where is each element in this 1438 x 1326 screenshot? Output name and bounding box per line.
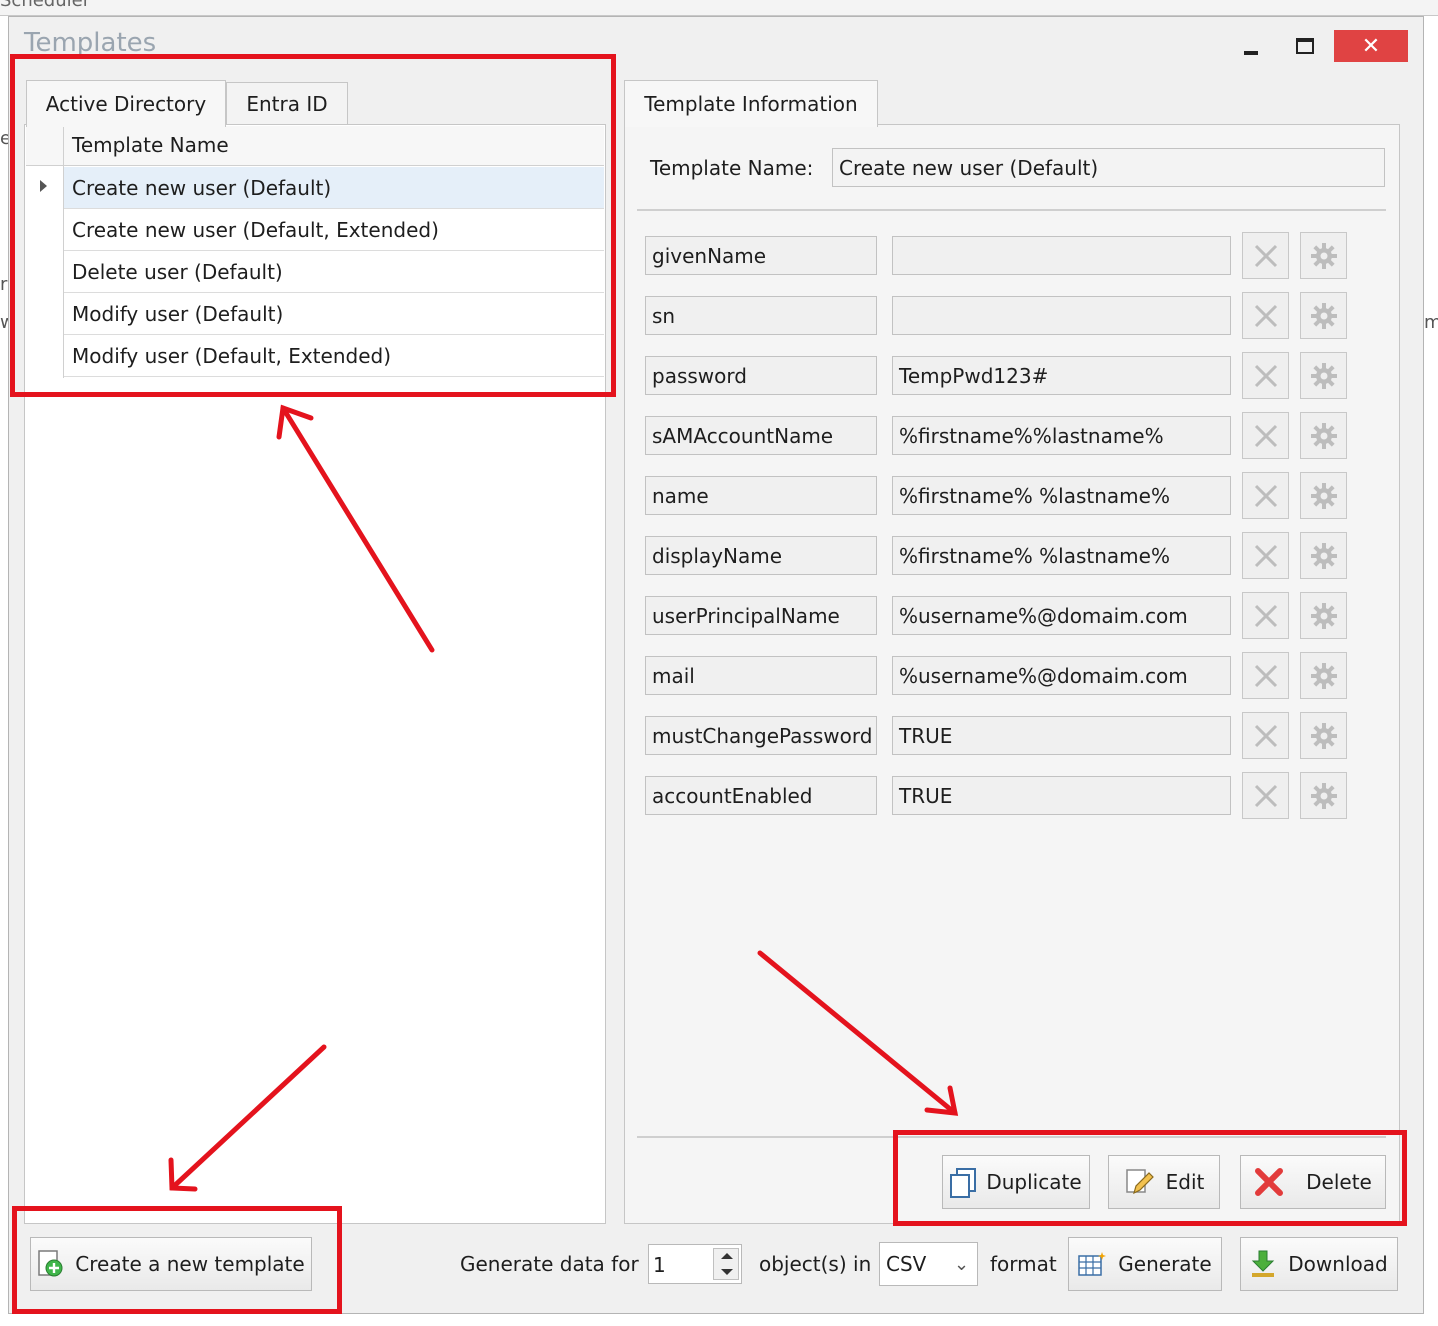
gear-icon <box>1310 362 1337 389</box>
tab-template-information[interactable]: Template Information <box>624 80 878 127</box>
attribute-name-field[interactable]: mail <box>645 656 877 695</box>
attribute-value-field[interactable]: TRUE <box>892 716 1231 755</box>
attribute-settings-button[interactable] <box>1300 232 1347 279</box>
generate-prefix-label: Generate data for <box>460 1252 639 1276</box>
close-button[interactable]: ✕ <box>1334 30 1408 62</box>
attribute-name-field[interactable]: sn <box>645 296 877 335</box>
attribute-value-field[interactable]: TRUE <box>892 776 1231 815</box>
format-label: format <box>990 1252 1057 1276</box>
background-window-titlebar: Scheduler <box>0 0 1438 16</box>
annotation-box-create-button <box>12 1206 342 1314</box>
attribute-value-field[interactable] <box>892 236 1231 275</box>
download-label: Download <box>1288 1252 1388 1276</box>
gear-icon <box>1310 602 1337 629</box>
generate-table-icon <box>1078 1252 1107 1276</box>
remove-attribute-button[interactable] <box>1242 412 1289 459</box>
close-icon: ✕ <box>1361 33 1381 59</box>
attribute-settings-button[interactable] <box>1300 592 1347 639</box>
remove-attribute-button[interactable] <box>1242 592 1289 639</box>
close-x-icon <box>1254 424 1277 447</box>
attribute-name-field[interactable]: mustChangePassword <box>645 716 877 755</box>
attribute-name-field[interactable]: accountEnabled <box>645 776 877 815</box>
attribute-name-field[interactable]: givenName <box>645 236 877 275</box>
object-count-stepper[interactable]: 1 <box>648 1244 742 1284</box>
remove-attribute-button[interactable] <box>1242 352 1289 399</box>
minimize-button[interactable] <box>1230 30 1272 62</box>
attribute-name-field[interactable]: password <box>645 356 877 395</box>
attribute-value-field[interactable]: %firstname% %lastname% <box>892 536 1231 575</box>
remove-attribute-button[interactable] <box>1242 772 1289 819</box>
attribute-settings-button[interactable] <box>1300 772 1347 819</box>
close-x-icon <box>1254 244 1277 267</box>
divider <box>637 209 1386 211</box>
close-x-icon <box>1254 364 1277 387</box>
gear-icon <box>1310 542 1337 569</box>
remove-attribute-button[interactable] <box>1242 712 1289 759</box>
attribute-name-field[interactable]: userPrincipalName <box>645 596 877 635</box>
remove-attribute-button[interactable] <box>1242 292 1289 339</box>
attribute-settings-button[interactable] <box>1300 412 1347 459</box>
close-x-icon <box>1254 784 1277 807</box>
generate-button[interactable]: Generate <box>1068 1237 1222 1291</box>
close-x-icon <box>1254 544 1277 567</box>
minimize-icon <box>1244 51 1258 55</box>
attribute-settings-button[interactable] <box>1300 532 1347 579</box>
close-x-icon <box>1254 724 1277 747</box>
gear-icon <box>1310 662 1337 689</box>
attribute-value-field[interactable]: %firstname%%lastname% <box>892 416 1231 455</box>
close-x-icon <box>1254 484 1277 507</box>
remove-attribute-button[interactable] <box>1242 472 1289 519</box>
background-window-title: Scheduler <box>0 0 91 11</box>
attribute-value-field[interactable]: %username%@domaim.com <box>892 596 1231 635</box>
format-select[interactable]: CSV ⌄ <box>879 1242 978 1286</box>
spin-up-icon[interactable] <box>721 1253 733 1259</box>
annotation-box-action-buttons <box>893 1130 1407 1226</box>
template-name-field[interactable]: Create new user (Default) <box>832 148 1385 187</box>
remove-attribute-button[interactable] <box>1242 232 1289 279</box>
attribute-name-field[interactable]: name <box>645 476 877 515</box>
maximize-button[interactable] <box>1284 30 1326 62</box>
remove-attribute-button[interactable] <box>1242 652 1289 699</box>
attribute-settings-button[interactable] <box>1300 712 1347 759</box>
close-x-icon <box>1254 664 1277 687</box>
close-x-icon <box>1254 304 1277 327</box>
gear-icon <box>1310 242 1337 269</box>
background-text-fragment: r <box>0 274 8 295</box>
object-count-value: 1 <box>653 1253 666 1277</box>
gear-icon <box>1310 482 1337 509</box>
gear-icon <box>1310 302 1337 329</box>
attribute-value-field[interactable]: %firstname% %lastname% <box>892 476 1231 515</box>
download-button[interactable]: Download <box>1240 1237 1398 1291</box>
gear-icon <box>1310 422 1337 449</box>
close-x-icon <box>1254 604 1277 627</box>
gear-icon <box>1310 782 1337 809</box>
attribute-settings-button[interactable] <box>1300 652 1347 699</box>
chevron-down-icon: ⌄ <box>954 1254 970 1275</box>
template-name-label: Template Name: <box>650 156 814 180</box>
format-value: CSV <box>886 1252 927 1276</box>
spin-down-icon[interactable] <box>721 1269 733 1275</box>
attribute-settings-button[interactable] <box>1300 352 1347 399</box>
attribute-settings-button[interactable] <box>1300 292 1347 339</box>
attribute-value-field[interactable] <box>892 296 1231 335</box>
attribute-settings-button[interactable] <box>1300 472 1347 519</box>
background-text-fragment: m <box>1424 312 1438 333</box>
attribute-name-field[interactable]: sAMAccountName <box>645 416 877 455</box>
generate-label: Generate <box>1118 1252 1212 1276</box>
tab-active-directory[interactable]: Active Directory <box>26 80 226 127</box>
remove-attribute-button[interactable] <box>1242 532 1289 579</box>
attribute-name-field[interactable]: displayName <box>645 536 877 575</box>
download-icon <box>1252 1250 1275 1277</box>
attribute-value-field[interactable]: %username%@domaim.com <box>892 656 1231 695</box>
objects-in-label: object(s) in <box>759 1252 872 1276</box>
maximize-icon <box>1296 38 1314 54</box>
attribute-value-field[interactable]: TempPwd123# <box>892 356 1231 395</box>
spinner-buttons[interactable] <box>713 1248 739 1280</box>
gear-icon <box>1310 722 1337 749</box>
